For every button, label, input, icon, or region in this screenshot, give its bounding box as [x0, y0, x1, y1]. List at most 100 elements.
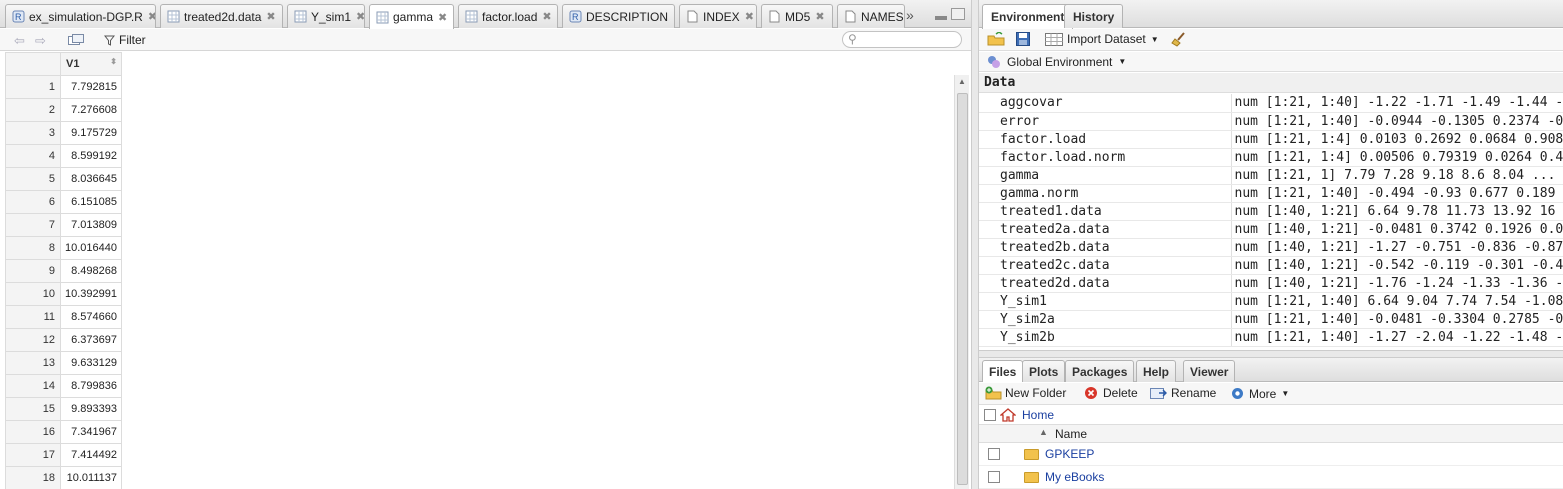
cell-value[interactable]: 8.498268 [60, 259, 122, 283]
cell-value[interactable]: 10.011137 [60, 466, 122, 489]
close-icon[interactable]: ✖ [745, 10, 754, 23]
variable-name[interactable]: gamma [979, 166, 1232, 185]
close-icon[interactable]: ✖ [266, 10, 275, 23]
cell-value[interactable]: 7.276608 [60, 98, 122, 122]
cell-value[interactable]: 7.414492 [60, 443, 122, 467]
sort-ascending-icon[interactable]: ▲ [1039, 427, 1048, 437]
select-all-checkbox[interactable] [984, 408, 996, 421]
variable-name[interactable]: treated2a.data [979, 220, 1232, 239]
close-icon[interactable]: ✖ [356, 10, 364, 23]
tab-files[interactable]: Files [982, 360, 1024, 382]
environment-variable-row[interactable]: treated2a.data num [1:40, 1:21] -0.0481 0… [979, 220, 1563, 239]
tab-treated2d-data[interactable]: treated2d.data ✖ [160, 4, 283, 28]
open-folder-icon[interactable] [987, 32, 1005, 46]
search-input[interactable] [861, 33, 957, 46]
new-folder-button[interactable]: New Folder [985, 386, 1066, 400]
tab-y-sim1[interactable]: Y_sim1 ✖ [287, 4, 365, 28]
tab-gamma[interactable]: gamma ✖ [369, 4, 454, 29]
cell-value[interactable]: 10.016440 [60, 236, 122, 260]
close-icon[interactable]: ✖ [673, 10, 674, 23]
tab-md5[interactable]: MD5 ✖ [761, 4, 833, 28]
environment-variable-row[interactable]: error num [1:21, 1:40] -0.0944 -0.1305 0.… [979, 112, 1563, 131]
environment-variable-row[interactable]: aggcovar num [1:21, 1:40] -1.22 -1.71 -1.… [979, 94, 1563, 113]
vertical-scrollbar[interactable]: ▲ [954, 75, 969, 489]
forward-arrow-icon[interactable]: ⇨ [35, 33, 46, 49]
variable-name[interactable]: treated2b.data [979, 238, 1232, 257]
cell-value[interactable]: 7.013809 [60, 213, 122, 237]
tab-plots[interactable]: Plots [1022, 360, 1066, 382]
tab-namespace[interactable]: NAMESP [837, 4, 905, 28]
column-header-v1[interactable]: V1 ⬍ [60, 52, 122, 76]
show-in-window-icon[interactable] [68, 34, 84, 46]
variable-name[interactable]: Y_sim2b [979, 328, 1232, 347]
environment-variable-row[interactable]: treated2b.data num [1:40, 1:21] -1.27 -0.… [979, 238, 1563, 257]
environment-variable-row[interactable]: gamma.norm num [1:21, 1:40] -0.494 -0.93 … [979, 184, 1563, 203]
close-icon[interactable]: ✖ [438, 11, 447, 24]
file-checkbox[interactable] [988, 471, 1000, 483]
tab-ex-simulation-dgp[interactable]: R ex_simulation-DGP.R ✖ [5, 4, 156, 28]
global-environment-selector[interactable]: Global Environment ▼ [979, 52, 1563, 72]
variable-name[interactable]: error [979, 112, 1232, 131]
maximize-icon[interactable] [951, 8, 965, 20]
tab-help[interactable]: Help [1136, 360, 1177, 382]
cell-value[interactable]: 9.633129 [60, 351, 122, 375]
cell-value[interactable]: 10.392991 [60, 282, 122, 306]
close-icon[interactable]: ✖ [815, 10, 824, 23]
environment-variable-row[interactable]: Y_sim2a num [1:21, 1:40] -0.0481 -0.3304 … [979, 310, 1563, 329]
delete-button[interactable]: Delete [1084, 386, 1138, 400]
filter-button[interactable]: Filter [104, 33, 146, 47]
import-dataset-button[interactable]: Import Dataset ▼ [1045, 32, 1159, 46]
environment-variable-row[interactable]: factor.load.norm num [1:21, 1:4] 0.00506 … [979, 148, 1563, 167]
cell-value[interactable]: 8.799836 [60, 374, 122, 398]
variable-name[interactable]: factor.load [979, 130, 1232, 149]
environment-variable-row[interactable]: Y_sim2b num [1:21, 1:40] -1.27 -2.04 -1.2… [979, 328, 1563, 347]
cell-value[interactable]: 9.175729 [60, 121, 122, 145]
close-icon[interactable]: ✖ [542, 10, 551, 23]
sort-icon[interactable]: ⬍ [110, 57, 117, 66]
tab-packages[interactable]: Packages [1065, 360, 1135, 382]
tab-viewer[interactable]: Viewer [1183, 360, 1236, 382]
tab-environment[interactable]: Environment [982, 4, 1074, 29]
cell-value[interactable]: 9.893393 [60, 397, 122, 421]
tab-index[interactable]: INDEX ✖ [679, 4, 757, 28]
file-name-link[interactable]: My eBooks [1045, 470, 1104, 484]
rename-button[interactable]: Rename [1150, 386, 1216, 400]
breadcrumb-home[interactable]: Home [1022, 408, 1054, 422]
environment-variable-row[interactable]: gamma num [1:21, 1] 7.79 7.28 9.18 8.6 8.… [979, 166, 1563, 185]
scrollbar-thumb[interactable] [957, 93, 968, 485]
file-list-item[interactable]: GPKEEP [979, 443, 1563, 466]
cell-value[interactable]: 7.341967 [60, 420, 122, 444]
home-icon[interactable] [1000, 407, 1016, 422]
environment-variable-row[interactable]: treated2c.data num [1:40, 1:21] -0.542 -0… [979, 256, 1563, 275]
pane-splitter-horizontal[interactable] [979, 350, 1563, 358]
environment-variable-row[interactable]: factor.load num [1:21, 1:4] 0.0103 0.2692… [979, 130, 1563, 149]
tab-factor-load[interactable]: factor.load ✖ [458, 4, 558, 28]
variable-name[interactable]: aggcovar [979, 94, 1232, 113]
cell-value[interactable]: 8.036645 [60, 167, 122, 191]
save-icon[interactable] [1016, 32, 1030, 46]
environment-variable-row[interactable]: Y_sim1 num [1:21, 1:40] 6.64 9.04 7.74 7.… [979, 292, 1563, 311]
cell-value[interactable]: 7.792815 [60, 75, 122, 99]
variable-name[interactable]: Y_sim2a [979, 310, 1232, 329]
variable-name[interactable]: treated1.data [979, 202, 1232, 221]
variable-name[interactable]: Y_sim1 [979, 292, 1232, 311]
back-arrow-icon[interactable]: ⇦ [14, 33, 25, 49]
tab-history[interactable]: History [1064, 4, 1124, 28]
name-column-header[interactable]: Name [1055, 427, 1087, 441]
cell-value[interactable]: 6.151085 [60, 190, 122, 214]
close-icon[interactable]: ✖ [148, 10, 155, 23]
tab-description[interactable]: R DESCRIPTION ✖ [562, 4, 675, 28]
file-checkbox[interactable] [988, 448, 1000, 460]
cell-value[interactable]: 8.574660 [60, 305, 122, 329]
variable-name[interactable]: factor.load.norm [979, 148, 1232, 167]
tab-overflow-button[interactable]: » [906, 7, 914, 23]
cell-value[interactable]: 8.599192 [60, 144, 122, 168]
environment-variable-row[interactable]: treated2d.data num [1:40, 1:21] -1.76 -1.… [979, 274, 1563, 293]
broom-icon[interactable] [1171, 32, 1187, 47]
variable-name[interactable]: treated2d.data [979, 274, 1232, 293]
environment-variable-row[interactable]: treated1.data num [1:40, 1:21] 6.64 9.78 … [979, 202, 1563, 221]
cell-value[interactable]: 6.373697 [60, 328, 122, 352]
file-list-item[interactable]: My eBooks [979, 466, 1563, 489]
file-name-link[interactable]: GPKEEP [1045, 447, 1094, 461]
scroll-up-icon[interactable]: ▲ [958, 77, 966, 86]
